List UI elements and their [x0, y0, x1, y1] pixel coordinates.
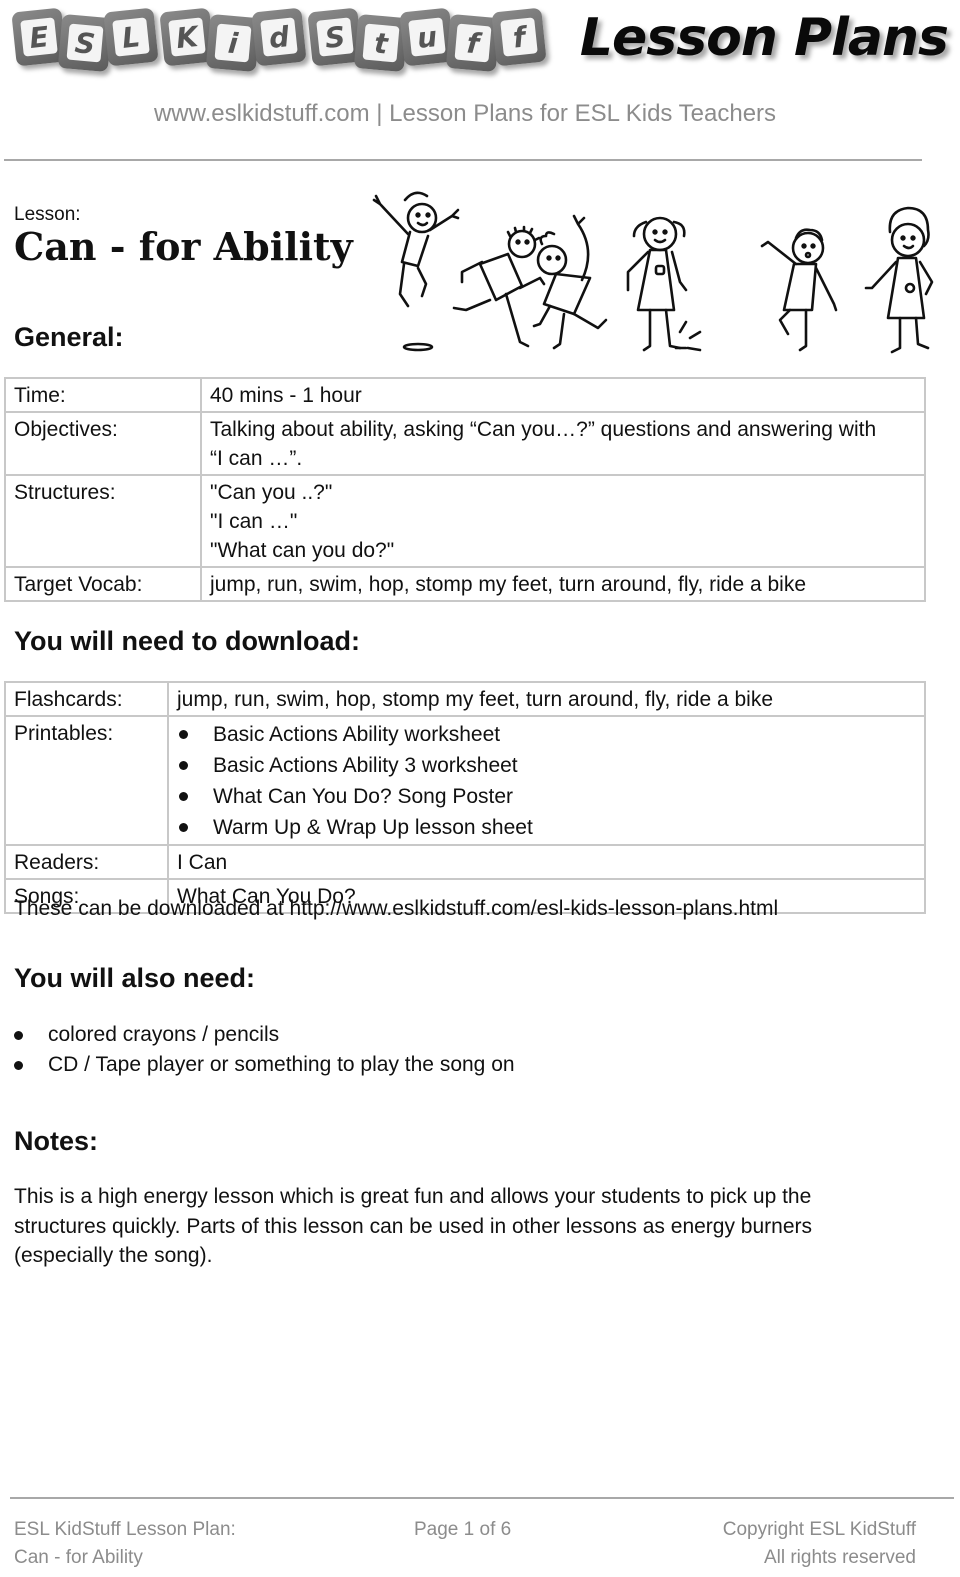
download-note-link[interactable]: These can be downloaded at http://www.es… [14, 897, 778, 921]
kid-running-figure [452, 225, 546, 348]
footer-lesson-name: Can - for Ability [14, 1547, 143, 1568]
kids-actions-illustration [372, 191, 934, 354]
bullet-icon [179, 761, 188, 770]
site-logo: E S L K i d S t u f f Lesson Plans [11, 4, 954, 80]
notes-text: This is a high energy lesson which is gr… [14, 1185, 813, 1267]
row-value: Basic Actions Ability worksheet Basic Ac… [167, 715, 926, 846]
kid-hopping-figure [760, 228, 838, 352]
bullet-icon [179, 730, 188, 739]
list-item: CD / Tape player or something to play th… [12, 1050, 515, 1080]
logo-letter-blocks: E S L K i d S t u f f [11, 4, 550, 73]
row-label: Target Vocab: [4, 566, 202, 602]
letter-block: f [491, 7, 547, 67]
bullet-icon [179, 823, 188, 832]
table-row: Objectives: Talking about ability, askin… [4, 411, 926, 476]
row-label: Structures: [4, 474, 202, 568]
list-item[interactable]: What Can You Do? Song Poster [177, 781, 916, 812]
lesson-label: Lesson: [14, 204, 81, 225]
letter-block: d [251, 7, 307, 67]
row-value: 40 mins - 1 hour [200, 377, 926, 413]
table-row: Printables: Basic Actions Ability worksh… [4, 715, 926, 846]
row-label: Flashcards: [4, 681, 169, 717]
row-label: Time: [4, 377, 202, 413]
list-item[interactable]: Basic Actions Ability worksheet [177, 719, 916, 750]
table-row: Flashcards: jump, run, swim, hop, stomp … [4, 681, 926, 717]
logo-word-kid: K i d [159, 4, 307, 73]
row-value: jump, run, swim, hop, stomp my feet, tur… [167, 681, 926, 717]
general-table: Time: 40 mins - 1 hour Objectives: Talki… [4, 377, 926, 602]
kid-stomping-figure [626, 216, 702, 352]
footer-copyright: Copyright ESL KidStuff [722, 1519, 916, 1540]
printables-list: Basic Actions Ability worksheet Basic Ac… [177, 719, 916, 843]
row-label: Printables: [4, 715, 169, 846]
footer-left: ESL KidStuff Lesson Plan: Can - for Abil… [14, 1516, 236, 1572]
notes-heading: Notes: [14, 1126, 99, 1156]
row-label: Readers: [4, 844, 169, 880]
footer-right: Copyright ESL KidStuff All rights reserv… [723, 1516, 916, 1572]
table-row: Readers: I Can [4, 844, 926, 880]
site-tagline: www.eslkidstuff.com | Lesson Plans for E… [153, 100, 777, 127]
list-item[interactable]: Basic Actions Ability 3 worksheet [177, 750, 916, 781]
header-divider [4, 159, 922, 161]
letter-block: L [103, 7, 159, 67]
footer-rights: All rights reserved [763, 1547, 916, 1568]
footer-page-number: Page 1 of 6 [414, 1519, 512, 1540]
also-need-list: colored crayons / pencils CD / Tape play… [12, 1020, 515, 1080]
row-value: Talking about ability, asking “Can you…?… [200, 411, 926, 476]
row-value: jump, run, swim, hop, stomp my feet, tur… [200, 566, 926, 602]
logo-word-esl: E S L [11, 4, 159, 73]
general-heading: General: [14, 322, 124, 352]
also-need-heading: You will also need: [14, 963, 256, 993]
footer-divider [10, 1497, 954, 1499]
download-heading: You will need to download: [14, 626, 360, 656]
logo-title: Lesson Plans [579, 8, 949, 68]
bullet-icon [14, 1031, 23, 1040]
kid-waving-figure [532, 214, 608, 350]
footer-plan-label: ESL KidStuff Lesson Plan: [14, 1519, 236, 1540]
lesson-title: Can - for Ability [14, 224, 353, 269]
list-item: colored crayons / pencils [12, 1020, 515, 1050]
row-value: I Can [167, 844, 926, 880]
list-item[interactable]: Warm Up & Wrap Up lesson sheet [177, 812, 916, 843]
kid-jumping-figure [372, 191, 460, 352]
table-row: Target Vocab: jump, run, swim, hop, stom… [4, 566, 926, 602]
bullet-icon [14, 1061, 23, 1070]
kid-standing-figure [864, 206, 934, 354]
download-table: Flashcards: jump, run, swim, hop, stomp … [4, 681, 926, 914]
bullet-icon [179, 792, 188, 801]
table-row: Time: 40 mins - 1 hour [4, 377, 926, 413]
row-label: Objectives: [4, 411, 202, 476]
logo-word-stuff: S t u f f [307, 4, 547, 73]
table-row: Structures: "Can you ..?" "I can …" "Wha… [4, 474, 926, 568]
row-value: "Can you ..?" "I can …" "What can you do… [200, 474, 926, 568]
